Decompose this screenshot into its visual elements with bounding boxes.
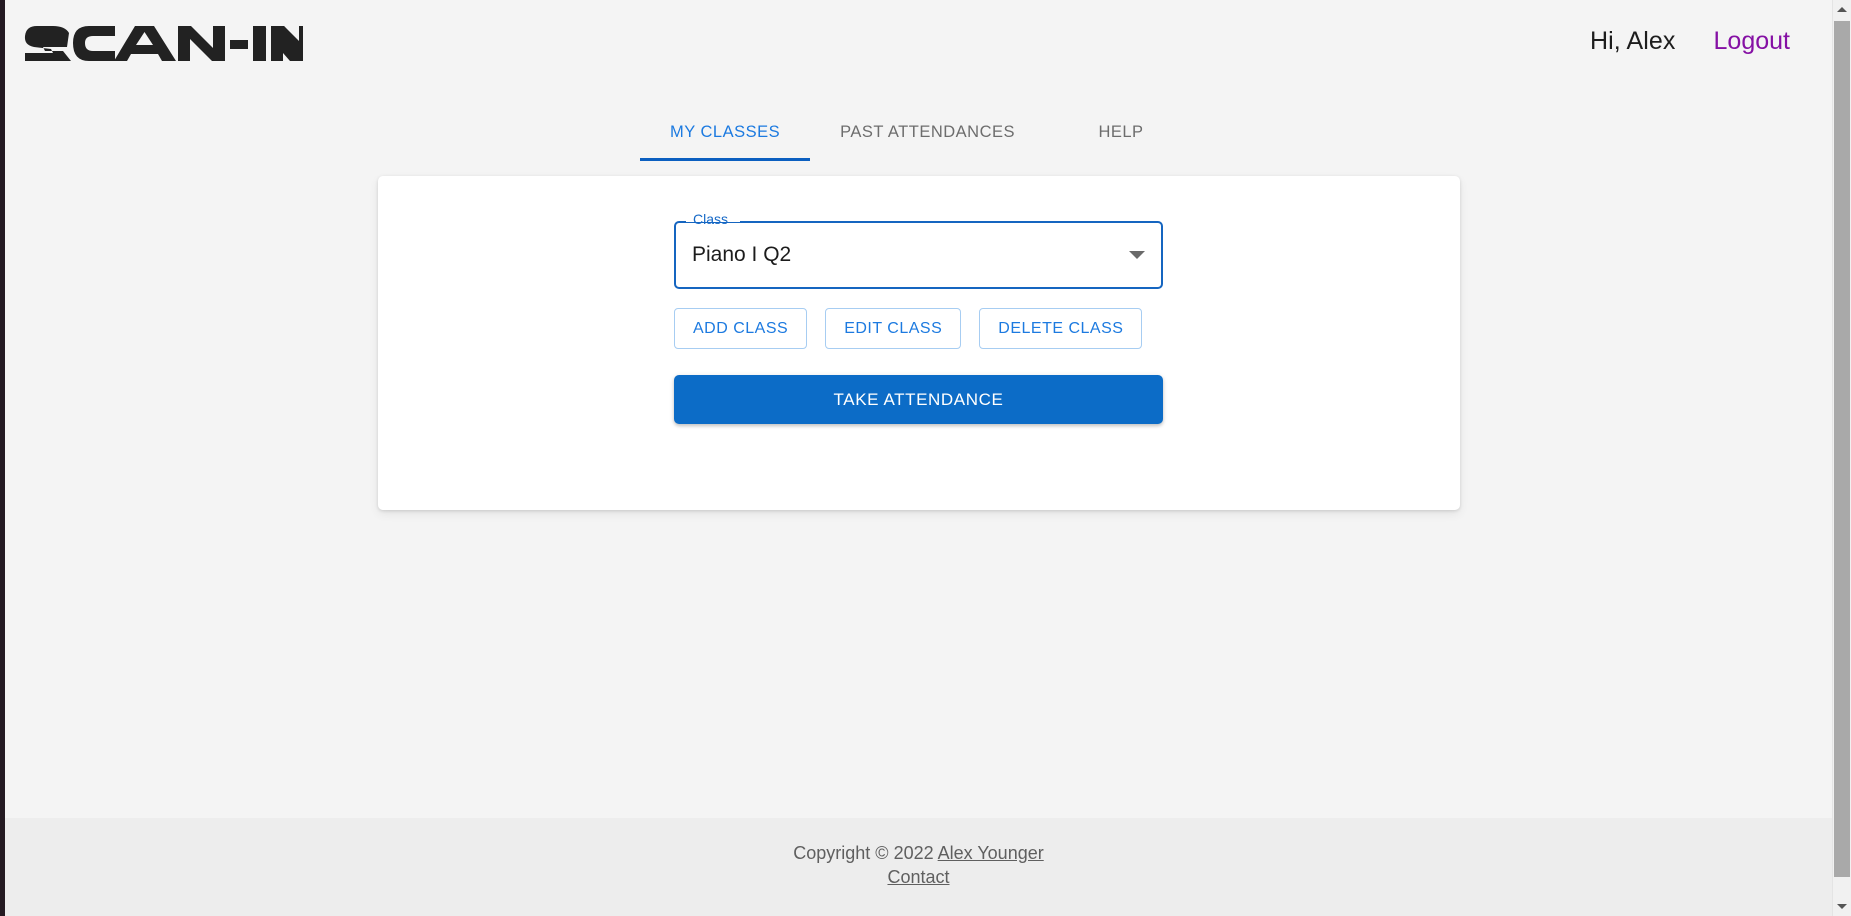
user-greeting: Hi, Alex <box>1589 27 1676 55</box>
logout-link[interactable]: Logout <box>1714 27 1790 56</box>
scroll-up-arrow-glyph <box>1837 7 1847 12</box>
class-action-buttons: ADD CLASS EDIT CLASS DELETE CLASS <box>674 308 1163 349</box>
chevron-down-icon[interactable] <box>1129 251 1145 259</box>
vertical-scrollbar[interactable] <box>1832 0 1851 916</box>
app-header: Hi, Alex Logout <box>5 0 1832 104</box>
scroll-up-arrow-icon[interactable] <box>1833 0 1851 19</box>
author-link[interactable]: Alex Younger <box>938 843 1044 863</box>
tab-past-attendances[interactable]: PAST ATTENDANCES <box>810 104 1045 161</box>
edit-class-button[interactable]: EDIT CLASS <box>825 308 962 349</box>
user-area: Hi, Alex Logout <box>1590 27 1790 56</box>
scroll-down-arrow-glyph <box>1837 904 1847 909</box>
tab-my-classes[interactable]: MY CLASSES <box>640 104 810 161</box>
class-selection-card: Class Piano I Q2 ADD CLASS EDIT CLASS DE… <box>377 176 1460 510</box>
scan-in-logo-mark <box>24 26 303 61</box>
delete-class-button[interactable]: DELETE CLASS <box>979 308 1143 349</box>
tab-help[interactable]: HELP <box>1045 104 1197 161</box>
contact-link[interactable]: Contact <box>887 867 949 887</box>
class-select-value: Piano I Q2 <box>692 243 792 266</box>
scrollbar-thumb[interactable] <box>1834 21 1850 877</box>
browser-viewport: Hi, Alex Logout MY CLASSES PAST ATTENDAN… <box>0 0 1851 916</box>
copyright-text: Copyright © 2022 <box>793 843 938 863</box>
contact-line: Contact <box>887 865 949 889</box>
card-wrapper: Class Piano I Q2 ADD CLASS EDIT CLASS DE… <box>5 176 1832 510</box>
scan-in-logo[interactable] <box>23 14 303 76</box>
app-page: Hi, Alex Logout MY CLASSES PAST ATTENDAN… <box>5 0 1832 916</box>
main-nav-tabs: MY CLASSES PAST ATTENDANCES HELP <box>5 104 1832 176</box>
take-attendance-button[interactable]: TAKE ATTENDANCE <box>674 375 1163 424</box>
copyright-line: Copyright © 2022 Alex Younger <box>793 841 1043 865</box>
tab-strip: MY CLASSES PAST ATTENDANCES HELP <box>639 104 1197 161</box>
scroll-down-arrow-icon[interactable] <box>1833 897 1851 916</box>
page-footer: Copyright © 2022 Alex Younger Contact <box>5 818 1832 916</box>
active-tab-indicator <box>639 158 810 161</box>
class-select[interactable]: Class Piano I Q2 <box>674 211 1163 289</box>
add-class-button[interactable]: ADD CLASS <box>674 308 808 349</box>
browser-left-edge <box>0 0 5 916</box>
